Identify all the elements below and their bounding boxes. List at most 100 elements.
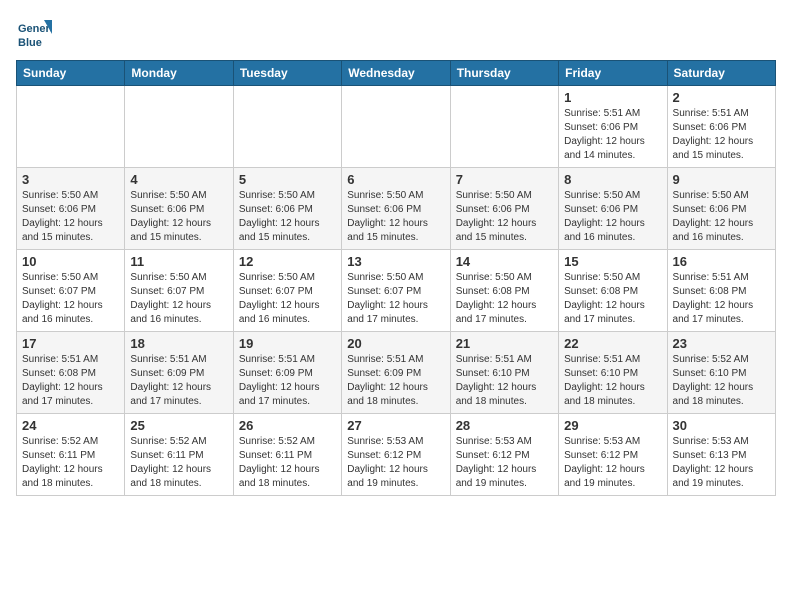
calendar-cell: 13 Sunrise: 5:50 AM Sunset: 6:07 PM Dayli… bbox=[342, 250, 450, 332]
calendar-cell bbox=[17, 86, 125, 168]
day-number: 11 bbox=[130, 254, 227, 269]
week-row-3: 10 Sunrise: 5:50 AM Sunset: 6:07 PM Dayli… bbox=[17, 250, 776, 332]
day-info: Sunrise: 5:52 AM Sunset: 6:11 PM Dayligh… bbox=[239, 435, 336, 491]
day-number: 7 bbox=[456, 172, 553, 187]
day-info: Sunrise: 5:50 AM Sunset: 6:08 PM Dayligh… bbox=[456, 271, 553, 327]
calendar-table: SundayMondayTuesdayWednesdayThursdayFrid… bbox=[16, 60, 776, 496]
calendar-cell: 15 Sunrise: 5:50 AM Sunset: 6:08 PM Dayli… bbox=[559, 250, 667, 332]
day-number: 27 bbox=[347, 418, 444, 433]
day-number: 8 bbox=[564, 172, 661, 187]
calendar-cell: 23Sunrise: 5:52 AM Sunset: 6:10 PM Dayli… bbox=[667, 332, 775, 414]
calendar-cell: 28 Sunrise: 5:53 AM Sunset: 6:12 PM Dayli… bbox=[450, 414, 558, 496]
day-info: Sunrise: 5:51 AM Sunset: 6:10 PM Dayligh… bbox=[456, 353, 553, 409]
day-info: Sunrise: 5:53 AM Sunset: 6:12 PM Dayligh… bbox=[347, 435, 444, 491]
day-number: 21 bbox=[456, 336, 553, 351]
day-number: 17 bbox=[22, 336, 119, 351]
day-info: Sunrise: 5:51 AM Sunset: 6:09 PM Dayligh… bbox=[347, 353, 444, 409]
day-number: 19 bbox=[239, 336, 336, 351]
calendar-cell: 9Sunrise: 5:50 AM Sunset: 6:06 PM Daylig… bbox=[667, 168, 775, 250]
calendar-cell: 24 Sunrise: 5:52 AM Sunset: 6:11 PM Dayli… bbox=[17, 414, 125, 496]
day-number: 6 bbox=[347, 172, 444, 187]
day-info: Sunrise: 5:53 AM Sunset: 6:13 PM Dayligh… bbox=[673, 435, 770, 491]
day-info: Sunrise: 5:52 AM Sunset: 6:11 PM Dayligh… bbox=[22, 435, 119, 491]
calendar-cell: 16 Sunrise: 5:51 AM Sunset: 6:08 PM Dayli… bbox=[667, 250, 775, 332]
day-number: 26 bbox=[239, 418, 336, 433]
day-info: Sunrise: 5:52 AM Sunset: 6:11 PM Dayligh… bbox=[130, 435, 227, 491]
calendar-cell: 11 Sunrise: 5:50 AM Sunset: 6:07 PM Dayli… bbox=[125, 250, 233, 332]
day-info: Sunrise: 5:51 AM Sunset: 6:08 PM Dayligh… bbox=[22, 353, 119, 409]
day-number: 9 bbox=[673, 172, 770, 187]
calendar-cell: 5Sunrise: 5:50 AM Sunset: 6:06 PM Daylig… bbox=[233, 168, 341, 250]
calendar-cell: 2Sunrise: 5:51 AM Sunset: 6:06 PM Daylig… bbox=[667, 86, 775, 168]
calendar-cell: 14 Sunrise: 5:50 AM Sunset: 6:08 PM Dayli… bbox=[450, 250, 558, 332]
day-info: Sunrise: 5:51 AM Sunset: 6:09 PM Dayligh… bbox=[239, 353, 336, 409]
calendar-cell bbox=[450, 86, 558, 168]
week-row-1: 1Sunrise: 5:51 AM Sunset: 6:06 PM Daylig… bbox=[17, 86, 776, 168]
day-number: 13 bbox=[347, 254, 444, 269]
svg-text:Blue: Blue bbox=[18, 37, 42, 49]
day-number: 5 bbox=[239, 172, 336, 187]
day-number: 4 bbox=[130, 172, 227, 187]
day-number: 22 bbox=[564, 336, 661, 351]
day-number: 12 bbox=[239, 254, 336, 269]
weekday-header-sunday: Sunday bbox=[17, 61, 125, 86]
weekday-header-tuesday: Tuesday bbox=[233, 61, 341, 86]
day-info: Sunrise: 5:51 AM Sunset: 6:08 PM Dayligh… bbox=[673, 271, 770, 327]
calendar-cell: 7Sunrise: 5:50 AM Sunset: 6:06 PM Daylig… bbox=[450, 168, 558, 250]
header: General Blue bbox=[16, 16, 776, 52]
day-number: 20 bbox=[347, 336, 444, 351]
week-row-4: 17 Sunrise: 5:51 AM Sunset: 6:08 PM Dayli… bbox=[17, 332, 776, 414]
day-info: Sunrise: 5:50 AM Sunset: 6:07 PM Dayligh… bbox=[22, 271, 119, 327]
logo: General Blue bbox=[16, 16, 56, 52]
day-info: Sunrise: 5:50 AM Sunset: 6:06 PM Dayligh… bbox=[22, 189, 119, 245]
day-number: 23 bbox=[673, 336, 770, 351]
day-number: 28 bbox=[456, 418, 553, 433]
calendar-cell: 8 Sunrise: 5:50 AM Sunset: 6:06 PM Daylig… bbox=[559, 168, 667, 250]
day-info: Sunrise: 5:50 AM Sunset: 6:06 PM Dayligh… bbox=[347, 189, 444, 245]
logo-icon: General Blue bbox=[16, 16, 52, 52]
day-number: 14 bbox=[456, 254, 553, 269]
day-info: Sunrise: 5:50 AM Sunset: 6:06 PM Dayligh… bbox=[564, 189, 661, 245]
week-row-2: 3 Sunrise: 5:50 AM Sunset: 6:06 PM Daylig… bbox=[17, 168, 776, 250]
day-info: Sunrise: 5:50 AM Sunset: 6:07 PM Dayligh… bbox=[347, 271, 444, 327]
day-info: Sunrise: 5:50 AM Sunset: 6:08 PM Dayligh… bbox=[564, 271, 661, 327]
day-number: 16 bbox=[673, 254, 770, 269]
calendar-cell: 27 Sunrise: 5:53 AM Sunset: 6:12 PM Dayli… bbox=[342, 414, 450, 496]
day-number: 2 bbox=[673, 90, 770, 105]
day-number: 10 bbox=[22, 254, 119, 269]
day-number: 25 bbox=[130, 418, 227, 433]
week-row-5: 24 Sunrise: 5:52 AM Sunset: 6:11 PM Dayli… bbox=[17, 414, 776, 496]
day-number: 30 bbox=[673, 418, 770, 433]
calendar-cell: 29Sunrise: 5:53 AM Sunset: 6:12 PM Dayli… bbox=[559, 414, 667, 496]
day-info: Sunrise: 5:50 AM Sunset: 6:07 PM Dayligh… bbox=[130, 271, 227, 327]
calendar-cell: 1Sunrise: 5:51 AM Sunset: 6:06 PM Daylig… bbox=[559, 86, 667, 168]
day-info: Sunrise: 5:51 AM Sunset: 6:09 PM Dayligh… bbox=[130, 353, 227, 409]
day-number: 3 bbox=[22, 172, 119, 187]
weekday-header-saturday: Saturday bbox=[667, 61, 775, 86]
day-number: 1 bbox=[564, 90, 661, 105]
day-info: Sunrise: 5:50 AM Sunset: 6:07 PM Dayligh… bbox=[239, 271, 336, 327]
calendar-cell: 17 Sunrise: 5:51 AM Sunset: 6:08 PM Dayli… bbox=[17, 332, 125, 414]
weekday-header-thursday: Thursday bbox=[450, 61, 558, 86]
weekday-header-monday: Monday bbox=[125, 61, 233, 86]
day-info: Sunrise: 5:51 AM Sunset: 6:10 PM Dayligh… bbox=[564, 353, 661, 409]
weekday-header-friday: Friday bbox=[559, 61, 667, 86]
calendar-cell: 25 Sunrise: 5:52 AM Sunset: 6:11 PM Dayli… bbox=[125, 414, 233, 496]
day-number: 18 bbox=[130, 336, 227, 351]
day-number: 24 bbox=[22, 418, 119, 433]
calendar-cell bbox=[125, 86, 233, 168]
day-info: Sunrise: 5:50 AM Sunset: 6:06 PM Dayligh… bbox=[130, 189, 227, 245]
calendar-cell bbox=[233, 86, 341, 168]
calendar-cell: 4 Sunrise: 5:50 AM Sunset: 6:06 PM Daylig… bbox=[125, 168, 233, 250]
calendar-cell: 20 Sunrise: 5:51 AM Sunset: 6:09 PM Dayli… bbox=[342, 332, 450, 414]
calendar-cell: 22 Sunrise: 5:51 AM Sunset: 6:10 PM Dayli… bbox=[559, 332, 667, 414]
calendar-cell: 19 Sunrise: 5:51 AM Sunset: 6:09 PM Dayli… bbox=[233, 332, 341, 414]
calendar-cell: 6 Sunrise: 5:50 AM Sunset: 6:06 PM Daylig… bbox=[342, 168, 450, 250]
day-info: Sunrise: 5:53 AM Sunset: 6:12 PM Dayligh… bbox=[456, 435, 553, 491]
calendar-cell: 18 Sunrise: 5:51 AM Sunset: 6:09 PM Dayli… bbox=[125, 332, 233, 414]
day-number: 29 bbox=[564, 418, 661, 433]
calendar-cell: 12 Sunrise: 5:50 AM Sunset: 6:07 PM Dayli… bbox=[233, 250, 341, 332]
calendar-cell: 21 Sunrise: 5:51 AM Sunset: 6:10 PM Dayli… bbox=[450, 332, 558, 414]
calendar-cell: 30 Sunrise: 5:53 AM Sunset: 6:13 PM Dayli… bbox=[667, 414, 775, 496]
day-number: 15 bbox=[564, 254, 661, 269]
